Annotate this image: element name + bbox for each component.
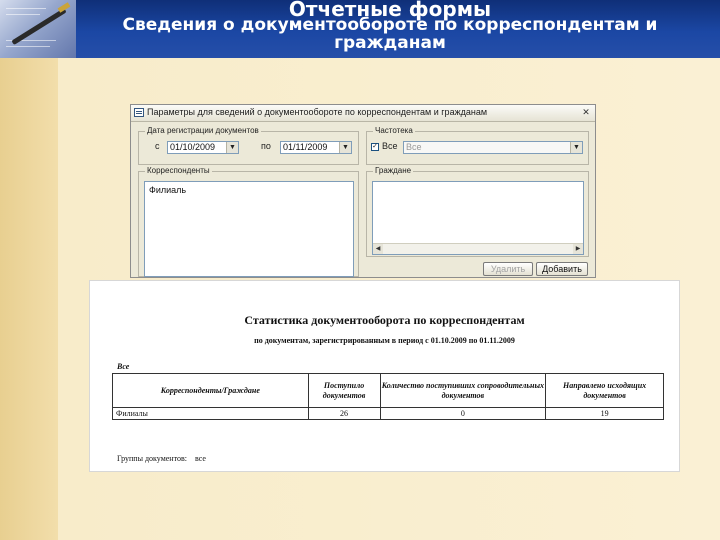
report-subtitle: по документам, зарегистрированным в пери… <box>254 336 515 345</box>
date-from-field[interactable]: 01/10/2009 ▼ <box>167 141 239 154</box>
chevron-down-icon[interactable]: ▼ <box>570 142 582 153</box>
table-row: Филиалы 26 0 19 <box>112 407 664 420</box>
accompanying-cell: 0 <box>379 407 547 420</box>
report-title: Статистика документооборота по корреспон… <box>244 313 525 327</box>
scroll-left-icon[interactable]: ◀ <box>373 244 383 254</box>
date-from-label: с <box>155 141 160 151</box>
report-preview: Статистика документооборота по корреспон… <box>90 281 679 471</box>
received-cell: 26 <box>307 407 381 420</box>
document-groups-value: все <box>194 454 206 463</box>
parameters-dialog: Параметры для сведений о документооборот… <box>130 104 596 278</box>
slide-left-band <box>0 0 58 540</box>
pen-documents-icon <box>0 0 76 58</box>
row-name-cell: Филиалы <box>112 407 309 420</box>
registration-date-group: Дата регистрации документов с 01/10/2009… <box>138 126 359 165</box>
table-header-row: Корреспонденты/Граждане Поступило докуме… <box>112 373 664 408</box>
list-item[interactable]: Филиаль <box>149 185 186 195</box>
column-header: Направлено исходящих документов <box>545 373 664 408</box>
delete-button[interactable]: Удалить <box>483 262 533 276</box>
parts-select[interactable]: Все ▼ <box>403 141 583 154</box>
report-table: Корреспонденты/Граждане Поступило докуме… <box>112 373 664 420</box>
window-icon <box>134 108 144 117</box>
chevron-down-icon[interactable]: ▼ <box>339 142 351 153</box>
document-groups-label: Группы документов: <box>117 454 187 463</box>
all-checkbox-label: Все <box>382 141 398 151</box>
slide-subtitle: Сведения о документообороте по корреспон… <box>80 16 700 52</box>
citizens-list[interactable]: ◀ ▶ <box>372 181 584 255</box>
correspondents-label: Корреспонденты <box>145 166 212 175</box>
all-checkbox[interactable]: ✓ <box>371 143 379 151</box>
citizens-group: Граждане ◀ ▶ <box>366 166 589 257</box>
parts-select-value: Все <box>406 142 422 152</box>
correspondents-group: Корреспонденты Филиаль <box>138 166 359 277</box>
parts-label: Частотека <box>373 126 415 135</box>
date-to-label: по <box>261 141 271 151</box>
add-button[interactable]: Добавить <box>536 262 588 276</box>
slide-subtitle-line2: гражданам <box>334 33 446 53</box>
correspondents-list[interactable]: Филиаль <box>144 181 354 277</box>
chevron-down-icon[interactable]: ▼ <box>226 142 238 153</box>
date-from-value: 01/10/2009 <box>170 142 216 152</box>
column-header: Корреспонденты/Граждане <box>112 373 309 408</box>
citizens-label: Граждане <box>373 166 414 175</box>
slide-subtitle-line1: Сведения о документообороте по корреспон… <box>122 15 658 35</box>
sent-cell: 19 <box>545 407 664 420</box>
column-header: Поступило документов <box>307 373 381 408</box>
date-to-value: 01/11/2009 <box>283 142 328 152</box>
close-icon[interactable]: ✕ <box>580 107 592 118</box>
parts-group: Частотека ✓ Все Все ▼ <box>366 126 589 165</box>
registration-date-label: Дата регистрации документов <box>145 126 261 135</box>
dialog-title: Параметры для сведений о документооборот… <box>147 107 488 117</box>
horizontal-scrollbar[interactable]: ◀ ▶ <box>373 243 583 254</box>
date-to-field[interactable]: 01/11/2009 ▼ <box>280 141 352 154</box>
dialog-titlebar[interactable]: Параметры для сведений о документооборот… <box>131 105 595 122</box>
scroll-right-icon[interactable]: ▶ <box>573 244 583 254</box>
report-footer: Группы документов: все <box>117 454 206 463</box>
column-header: Количество поступивших сопроводительных … <box>379 373 547 408</box>
report-filter-label: Все <box>117 362 130 371</box>
